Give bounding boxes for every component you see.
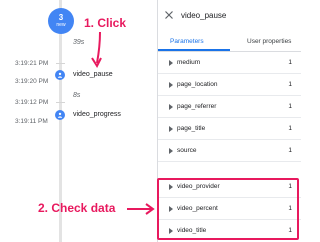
annotation-arrow-down-icon xyxy=(91,31,102,69)
panel-tabs: Parameters User properties xyxy=(158,34,301,52)
new-events-badge[interactable]: 3 new xyxy=(48,8,74,34)
parameter-count: 1 xyxy=(288,103,292,110)
parameter-row[interactable]: medium 1 xyxy=(158,52,301,74)
event-video-pause[interactable]: video_pause xyxy=(73,71,113,78)
time-gap-middle: 8s xyxy=(73,92,81,99)
panel-header: video_pause xyxy=(158,0,301,30)
debugview-screen: 3 new 39s 3:19:21 PM 3:19:20 PM video_pa… xyxy=(0,0,301,242)
parameter-name: source xyxy=(177,147,197,154)
parameter-count: 1 xyxy=(288,205,292,212)
caret-right-icon xyxy=(169,126,173,132)
parameter-row[interactable]: video_provider 1 xyxy=(158,176,301,198)
parameter-name: video_percent xyxy=(177,205,218,212)
annotation-arrow-right-icon xyxy=(127,203,155,215)
parameter-count: 1 xyxy=(288,59,292,66)
parameter-row[interactable]: source 1 xyxy=(158,140,301,162)
parameter-count: 1 xyxy=(288,183,292,190)
caret-right-icon xyxy=(169,206,173,212)
parameter-row[interactable]: page_title 1 xyxy=(158,118,301,140)
timeline-tick xyxy=(56,63,65,64)
event-time: 3:19:12 PM xyxy=(15,99,49,106)
close-icon[interactable] xyxy=(164,10,174,20)
event-time: 3:19:20 PM xyxy=(15,78,49,85)
event-user-icon xyxy=(55,70,65,80)
parameter-name: video_title xyxy=(177,227,207,234)
caret-right-icon xyxy=(169,104,173,110)
event-time: 3:19:21 PM xyxy=(15,60,49,67)
parameter-count: 1 xyxy=(288,125,292,132)
parameter-count: 1 xyxy=(288,227,292,234)
caret-right-icon xyxy=(169,60,173,66)
caret-right-icon xyxy=(169,82,173,88)
parameter-name: page_location xyxy=(177,81,218,88)
active-tab-indicator xyxy=(158,49,230,51)
event-video-progress[interactable]: video_progress xyxy=(73,111,121,118)
new-events-label: new xyxy=(56,22,66,28)
parameter-name: medium xyxy=(177,59,201,66)
parameter-row[interactable]: page_referrer 1 xyxy=(158,96,301,118)
event-user-icon xyxy=(55,110,65,120)
parameter-name: video_provider xyxy=(177,183,220,190)
parameter-name: page_title xyxy=(177,125,206,132)
parameter-row[interactable]: video_title 1 xyxy=(158,220,301,242)
parameter-row[interactable]: page_location 1 xyxy=(158,74,301,96)
annotation-step1: 1. Click xyxy=(84,16,127,30)
caret-right-icon xyxy=(169,184,173,190)
caret-right-icon xyxy=(169,148,173,154)
event-time: 3:19:11 PM xyxy=(15,118,48,125)
parameter-count: 1 xyxy=(288,81,292,88)
event-details-panel: video_pause Parameters User properties m… xyxy=(157,0,301,242)
tab-user-properties[interactable]: User properties xyxy=(247,38,291,45)
panel-title: video_pause xyxy=(181,11,227,20)
time-gap-top: 39s xyxy=(73,39,85,46)
new-events-count: 3 xyxy=(58,13,64,22)
parameter-name: page_referrer xyxy=(177,103,217,110)
timeline-tick xyxy=(56,102,65,103)
tab-parameters[interactable]: Parameters xyxy=(170,38,204,45)
parameter-count: 1 xyxy=(288,147,292,154)
parameter-row[interactable]: video_percent 1 xyxy=(158,198,301,220)
caret-right-icon xyxy=(169,228,173,234)
annotation-step2: 2. Check data xyxy=(38,201,116,215)
event-timeline: 3 new 39s 3:19:21 PM 3:19:20 PM video_pa… xyxy=(0,0,157,242)
